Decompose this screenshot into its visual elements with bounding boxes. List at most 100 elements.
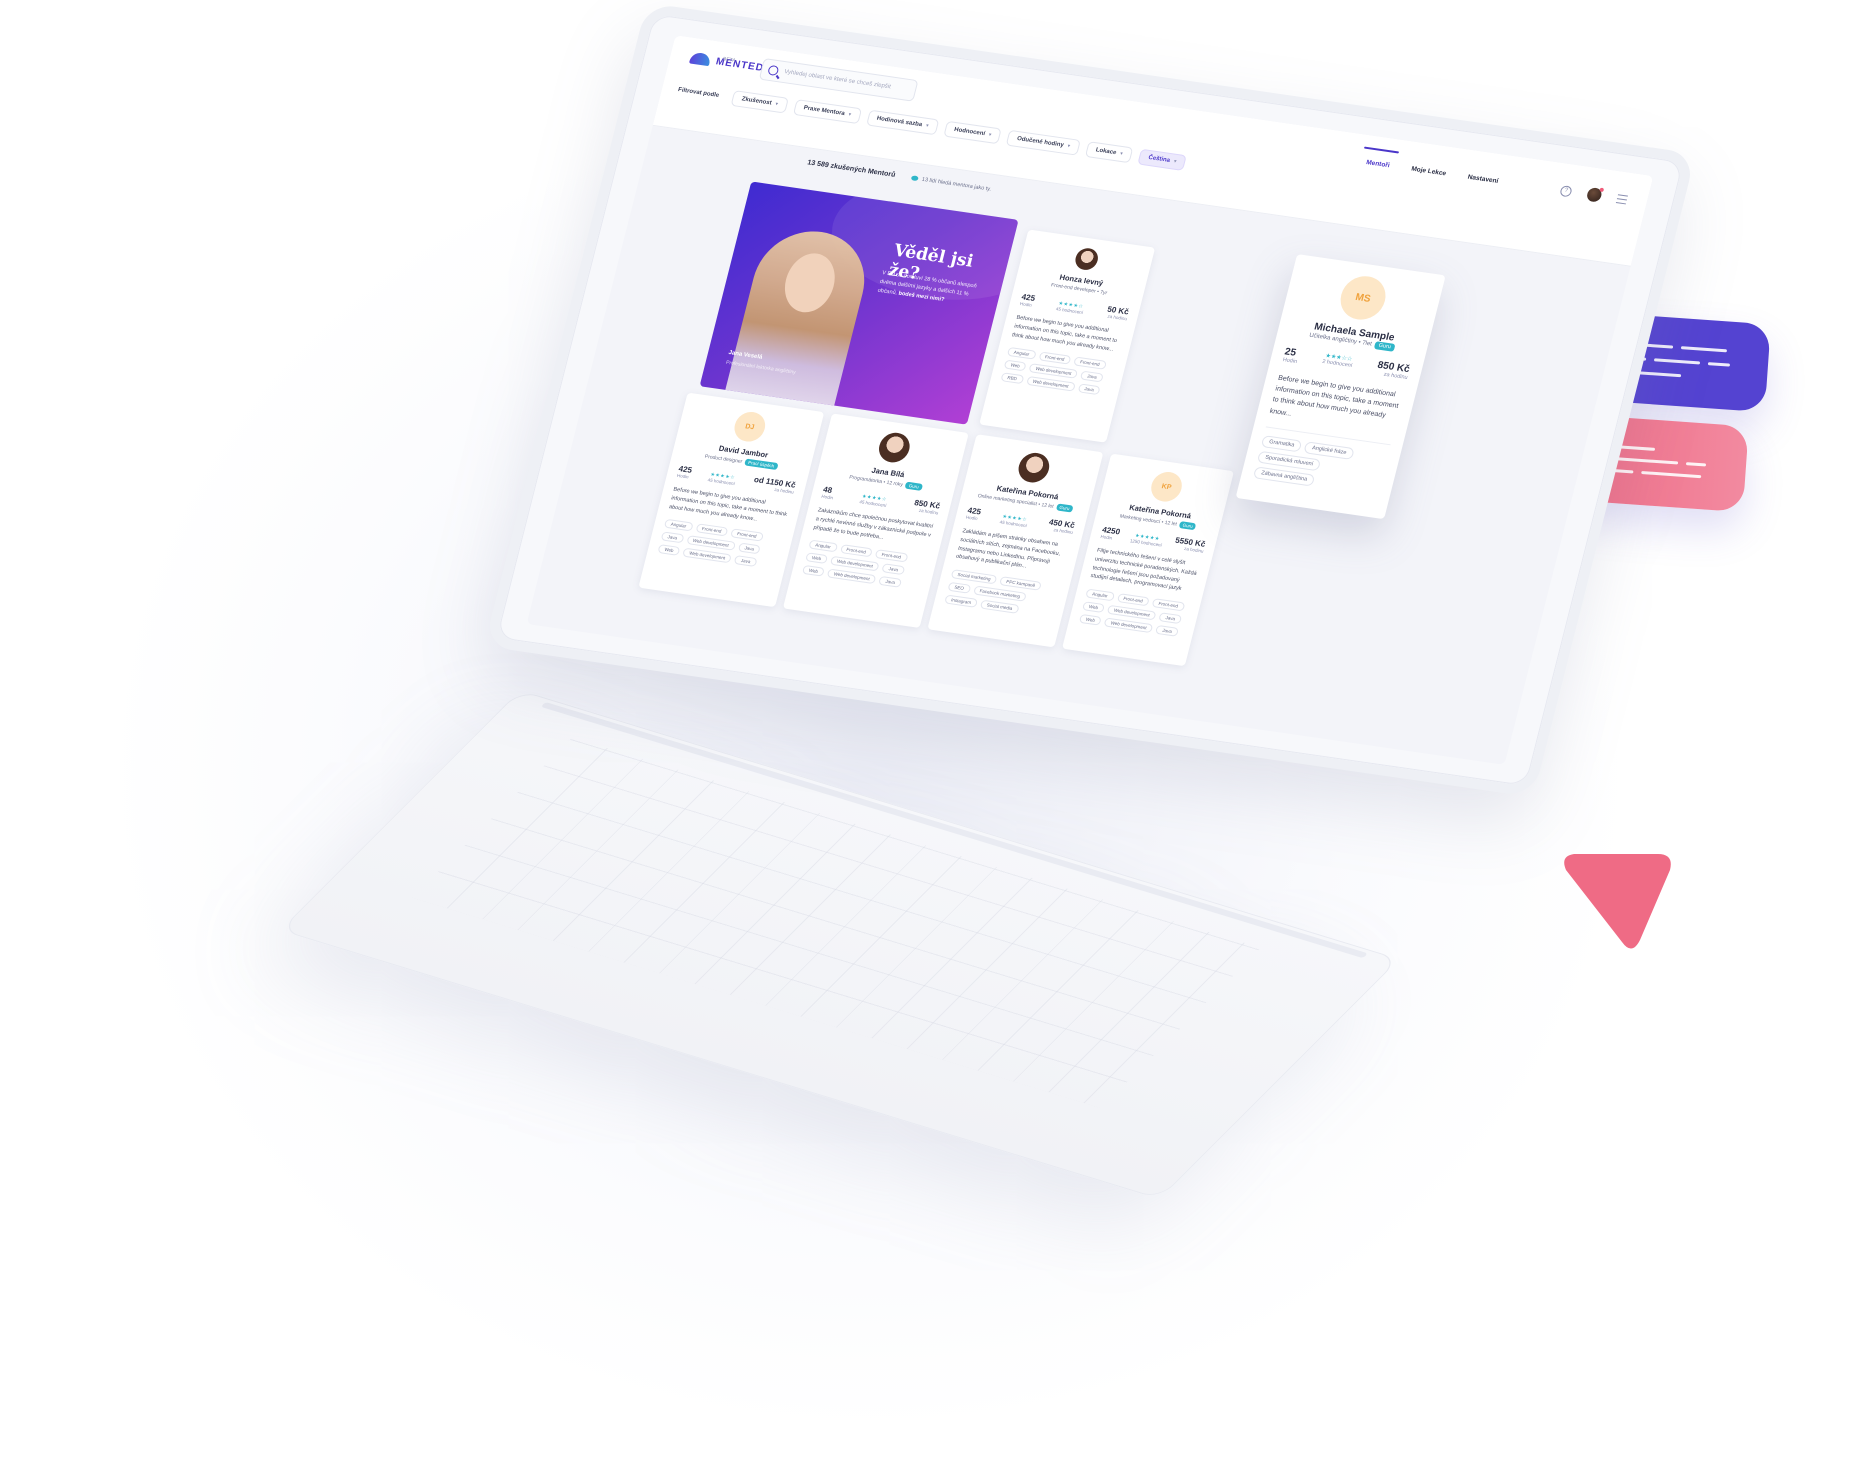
tag[interactable]: Java bbox=[881, 563, 906, 576]
app-viewport: MENTEDY BETA Vyhledej oblast ve které se… bbox=[526, 35, 1654, 765]
filter-practice[interactable]: Praxe Mentora ▾ bbox=[792, 99, 862, 125]
tag-list: Angular Front-end Front-end Java Web dev… bbox=[657, 519, 782, 570]
tag[interactable]: Angular bbox=[1006, 347, 1037, 360]
tag[interactable]: Front-end bbox=[1037, 351, 1072, 366]
tag[interactable]: Java bbox=[1158, 612, 1183, 625]
tag[interactable]: Front-end bbox=[839, 544, 873, 558]
live-searchers: 13 lidí hledá mentora jako ty. bbox=[910, 175, 992, 192]
live-searchers-label: 13 lidí hledá mentora jako ty. bbox=[921, 176, 992, 193]
filter-rating-label: Hodnocení bbox=[953, 126, 986, 138]
tag[interactable]: Java bbox=[660, 531, 685, 544]
main-nav: Mentoři Moje Lekce Nastavení bbox=[1365, 159, 1499, 185]
help-icon[interactable]: ? bbox=[1559, 184, 1573, 197]
search-placeholder: Vyhledej oblast ve které se chceš zlepši… bbox=[783, 69, 892, 91]
tag[interactable]: Java bbox=[733, 555, 758, 568]
tag[interactable]: Front-end bbox=[694, 523, 729, 537]
promo-banner[interactable]: Věděl jsi že? V EU se domluví 28 % občan… bbox=[699, 181, 1019, 425]
tag[interactable]: Front-end bbox=[1073, 356, 1107, 371]
tag-list: Angular Front-end Front-end Web Web deve… bbox=[1078, 588, 1191, 638]
tag[interactable]: Java bbox=[1080, 371, 1104, 383]
logo-mark-icon bbox=[688, 51, 712, 67]
chevron-down-icon: ▾ bbox=[1173, 158, 1178, 165]
results-count: 13 589 zkušených Mentorů bbox=[806, 159, 897, 179]
tag[interactable]: Web development bbox=[1103, 617, 1154, 634]
tag[interactable]: Front-end bbox=[874, 549, 908, 563]
tag-list: Gramatika Anglické fráze Sporadická mluv… bbox=[1252, 426, 1391, 496]
tag[interactable]: Web bbox=[1081, 601, 1106, 614]
mentor-description: Filtje technického řešení v celé slyšit … bbox=[1089, 547, 1198, 593]
avatar bbox=[1015, 450, 1053, 485]
tag[interactable]: Web development bbox=[682, 548, 733, 564]
featured-mentor-card[interactable]: MS Michaela Sample Učitelka angličtiny •… bbox=[1235, 254, 1446, 520]
filter-hourly-rate[interactable]: Hodinová sazba ▾ bbox=[865, 109, 940, 136]
tag-list: Angular Front-end Front-end Web Web deve… bbox=[801, 539, 927, 591]
tag[interactable]: Angular bbox=[663, 519, 694, 532]
hours-label: Hodin bbox=[1281, 357, 1298, 366]
avatar: MS bbox=[1335, 273, 1391, 323]
filter-rating[interactable]: Hodnocení ▾ bbox=[943, 120, 1003, 145]
tag[interactable]: Web bbox=[1003, 359, 1027, 372]
hamburger-menu-icon[interactable] bbox=[1615, 193, 1629, 204]
filter-bar: Filtrovat podle Zkušenost ▾ Praxe Mentora… bbox=[676, 82, 1188, 171]
filter-location[interactable]: Lokace ▾ bbox=[1084, 141, 1134, 164]
filter-language-label: Čeština bbox=[1147, 154, 1171, 164]
tag[interactable]: Web bbox=[801, 565, 825, 578]
tag[interactable]: Social media bbox=[979, 599, 1020, 614]
mentor-description: Before we begin to give you additional i… bbox=[1011, 314, 1118, 353]
chevron-down-icon: ▾ bbox=[774, 101, 779, 108]
tag[interactable]: Web development bbox=[1025, 376, 1076, 392]
filter-label: Filtrovat podle bbox=[677, 87, 720, 99]
tag[interactable]: Web bbox=[805, 552, 829, 565]
filter-experience[interactable]: Zkušenost ▾ bbox=[730, 90, 789, 114]
avatar: DJ bbox=[731, 409, 769, 444]
avatar bbox=[875, 430, 913, 465]
tag[interactable]: Web bbox=[657, 544, 681, 557]
tag[interactable]: RBD bbox=[1000, 372, 1024, 385]
filter-taught-hours[interactable]: Odučené hodiny ▾ bbox=[1006, 129, 1081, 156]
tag[interactable]: Angular bbox=[808, 539, 838, 553]
tab-mentors[interactable]: Mentoři bbox=[1365, 159, 1390, 169]
tag[interactable]: Java bbox=[878, 576, 902, 589]
tab-settings[interactable]: Nastavení bbox=[1467, 174, 1499, 185]
filter-taught-hours-label: Odučené hodiny bbox=[1016, 135, 1065, 149]
tag[interactable]: Gramatika bbox=[1260, 434, 1303, 453]
chevron-down-icon: ▾ bbox=[988, 131, 993, 139]
tag[interactable]: Front-end bbox=[730, 528, 764, 542]
banner-photo bbox=[722, 224, 877, 416]
tag[interactable]: Front-end bbox=[1151, 598, 1185, 612]
decorative-pink-triangle bbox=[1564, 854, 1671, 949]
filter-language[interactable]: Čeština ▾ bbox=[1137, 148, 1188, 171]
tag[interactable]: Angular bbox=[1085, 588, 1115, 602]
mentor-role: Product designer bbox=[704, 453, 743, 465]
chevron-down-icon: ▾ bbox=[1119, 150, 1124, 158]
tag[interactable]: Web development bbox=[826, 568, 877, 585]
header-actions: ? bbox=[1559, 183, 1629, 206]
hours-label: Hodin bbox=[1019, 301, 1033, 308]
filter-location-label: Lokace bbox=[1095, 147, 1117, 157]
filter-hourly-rate-label: Hodinová sazba bbox=[876, 115, 923, 129]
tag-list: Social marketing PPC kampaně SEO Faceboo… bbox=[944, 569, 1060, 619]
mentor-grid: Věděl jsi že? V EU se domluví 28 % občan… bbox=[637, 174, 1456, 696]
status-badge: Guru bbox=[1373, 341, 1396, 352]
tag[interactable]: Java bbox=[1077, 383, 1101, 396]
avatar bbox=[1073, 246, 1101, 272]
tag[interactable]: Java bbox=[737, 542, 761, 555]
status-badge: Guru bbox=[1055, 503, 1074, 513]
hours-label: Hodin bbox=[676, 472, 690, 480]
tag[interactable]: PPC kampaně bbox=[999, 576, 1043, 591]
tag[interactable]: Anglické fráze bbox=[1303, 441, 1355, 460]
tag[interactable]: Web bbox=[1078, 614, 1102, 626]
user-avatar[interactable] bbox=[1585, 187, 1603, 203]
search-input[interactable]: Vyhledej oblast ve které se chceš zlepši… bbox=[758, 58, 919, 102]
tag[interactable]: SEO bbox=[947, 582, 971, 594]
mentor-description: Zakládám a píšem stránky obsahem na soci… bbox=[955, 528, 1061, 570]
tag[interactable]: Instagram bbox=[944, 594, 979, 609]
filter-experience-label: Zkušenost bbox=[741, 96, 773, 107]
hours-label: Hodin bbox=[820, 493, 834, 501]
search-icon bbox=[767, 64, 780, 77]
eye-icon bbox=[910, 175, 919, 182]
tag[interactable]: Java bbox=[1155, 625, 1179, 637]
tag[interactable]: Facebook marketing bbox=[972, 585, 1028, 602]
tab-my-lessons[interactable]: Moje Lekce bbox=[1410, 166, 1446, 178]
tag[interactable]: Front-end bbox=[1116, 593, 1150, 607]
